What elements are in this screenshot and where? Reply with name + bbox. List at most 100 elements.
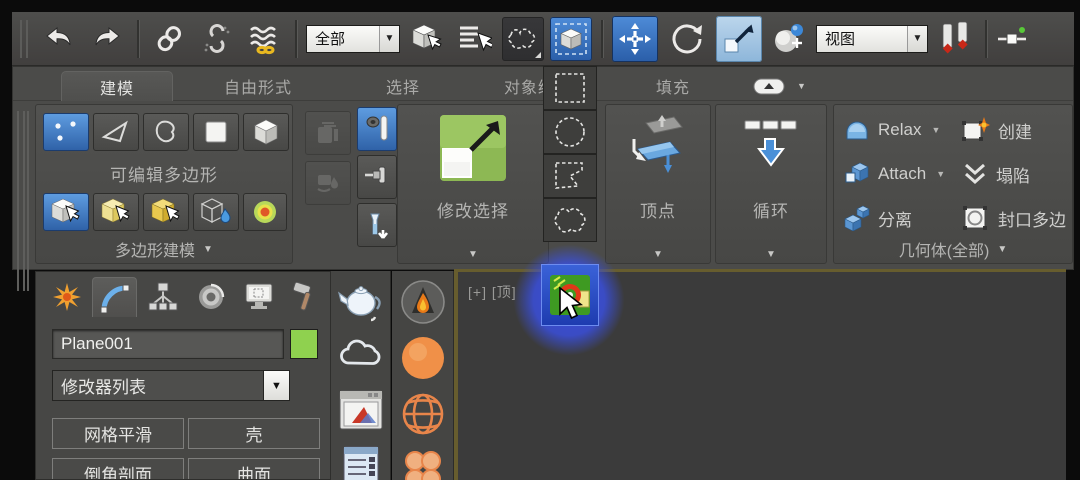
disabled-tool-button-1[interactable] [305,111,351,155]
subobject-pick-button[interactable] [193,193,239,231]
collapse-button[interactable]: 塌陷 [962,161,1030,187]
select-and-scale-button[interactable] [716,15,762,62]
cap-poly-button[interactable]: 封口多边 [962,205,1066,231]
relax-dropdown-caret[interactable]: ▼ [931,125,940,135]
surface-button[interactable]: 曲面 [188,458,320,479]
vertex-planes-icon [626,115,690,177]
select-and-move-button[interactable] [612,15,658,62]
toolbar-separator [601,19,603,58]
shell-button[interactable]: 壳 [188,418,320,449]
window-crossing-toggle[interactable] [550,16,592,61]
selection-region-button[interactable] [502,16,544,61]
create-tab-icon [52,282,82,312]
tab-create[interactable] [44,277,89,317]
ribbon-options-caret[interactable]: ▼ [793,71,811,101]
object-name-field[interactable]: Plane001 [52,329,284,359]
geometry-title[interactable]: 几何体(全部) ▼ [834,237,1072,261]
modifier-list-arrow[interactable]: ▼ [263,371,289,400]
attach-icon [844,161,870,187]
ribbon-drag-handle[interactable] [17,111,29,291]
tab-populate[interactable]: 填充 [608,71,738,101]
attach-button[interactable]: Attach ▼ [844,161,945,187]
lasso-region-option[interactable] [543,198,597,242]
tab-utilities[interactable] [282,277,327,317]
cloud-button[interactable] [337,333,385,373]
paint-soft-selection-button[interactable] [357,203,397,247]
campfire-button[interactable] [400,279,446,325]
tab-display[interactable] [236,277,281,317]
create-button[interactable]: 创建 [962,117,1032,143]
selection-filter-value: 全部 [315,31,346,48]
soft-selection-dot-button[interactable] [243,193,287,231]
select-and-link-button[interactable] [148,17,190,61]
meshsmooth-button[interactable]: 网格平滑 [52,418,184,449]
paint-selection-region-icon [506,25,540,53]
polygon-modeling-title[interactable]: 多边形建模 ▼ [36,237,292,261]
tab-modify[interactable] [92,277,137,317]
vertex-constraint-button[interactable] [626,115,690,177]
minimize-ribbon-button[interactable] [751,71,787,101]
settings-panel-button[interactable] [340,445,382,480]
main-toolbar: 全部 ▼ 视图 ▼ [12,12,1074,66]
loops-label: 循环 [753,202,789,221]
snap-toggle-button[interactable] [996,17,1026,61]
tab-motion[interactable] [188,277,233,317]
reference-coordinate-value: 视图 [825,31,856,48]
modify-selection-expand[interactable]: ▼ [398,249,548,260]
dropdown-arrow-icon: ▼ [379,25,399,52]
detach-button[interactable]: 分离 [844,205,912,231]
app-window: 全部 ▼ 视图 ▼ 建模 自由形式 选择 对象绘制 填充 ▼ 可编辑多边形 多边… [0,0,1080,480]
flyout-corner-mark [535,51,541,58]
use-soft-selection-button[interactable] [357,107,397,151]
select-and-rotate-button[interactable] [664,16,710,62]
undo-button[interactable] [38,17,80,61]
modifier-list-dropdown[interactable]: 修改器列表 ▼ [52,370,290,401]
modifier-list-label: 修改器列表 [61,378,146,397]
bind-to-space-warp-button[interactable] [244,17,286,61]
orange-sphere-button[interactable] [400,335,446,381]
select-object-button[interactable] [406,17,448,61]
use-pivot-point-center-button[interactable] [934,17,976,61]
tab-selection[interactable]: 选择 [333,71,473,101]
grow-selection-button[interactable] [438,113,508,183]
create-icon [962,117,990,143]
preview-subobject-button[interactable] [43,193,89,231]
unlink-button[interactable] [196,17,238,61]
reference-coordinate-dropdown[interactable]: 视图 ▼ [816,24,928,53]
circular-region-option[interactable] [543,110,597,154]
rectangular-region-option[interactable] [543,66,597,110]
toolbar-drag-handle[interactable] [20,19,28,58]
preview-off-button[interactable] [143,193,189,231]
border-mode-button[interactable] [143,113,189,151]
lock-soft-selection-button[interactable] [357,155,397,199]
redo-button[interactable] [86,17,128,61]
render-window-button[interactable] [338,389,384,431]
metaball-button[interactable] [400,447,446,480]
bevel-profile-button[interactable]: 倒角剖面 [52,458,184,479]
tab-hierarchy[interactable] [140,277,185,317]
loop-tool-button[interactable] [739,117,803,175]
tab-modeling[interactable]: 建模 [61,71,173,101]
attach-dropdown-caret[interactable]: ▼ [936,169,945,179]
vertex-mode-button[interactable] [43,113,89,151]
modify-tab-icon [100,283,130,313]
select-and-manipulate-button[interactable] [768,17,810,61]
polygon-mode-button[interactable] [193,113,239,151]
vertex-expand[interactable]: ▼ [606,249,710,260]
select-by-name-button[interactable] [454,17,496,61]
relax-button[interactable]: Relax ▼ [844,117,940,143]
disabled-tool-button-2[interactable] [305,161,351,205]
preview-multi-button[interactable] [93,193,139,231]
tab-freeform[interactable]: 自由形式 [183,71,333,101]
object-color-swatch[interactable] [290,329,318,359]
viewport-label[interactable]: [+] [顶] [468,282,517,302]
teapot-render-button[interactable] [337,279,385,323]
edge-mode-button[interactable] [93,113,139,151]
falloff-up-icon [363,210,391,240]
fence-region-option[interactable] [543,154,597,198]
globe-button[interactable] [400,391,446,437]
selection-filter-dropdown[interactable]: 全部 ▼ [306,24,400,53]
element-mode-button[interactable] [243,113,289,151]
tool-drop-icon [314,169,342,197]
loops-expand[interactable]: ▼ [716,249,826,260]
